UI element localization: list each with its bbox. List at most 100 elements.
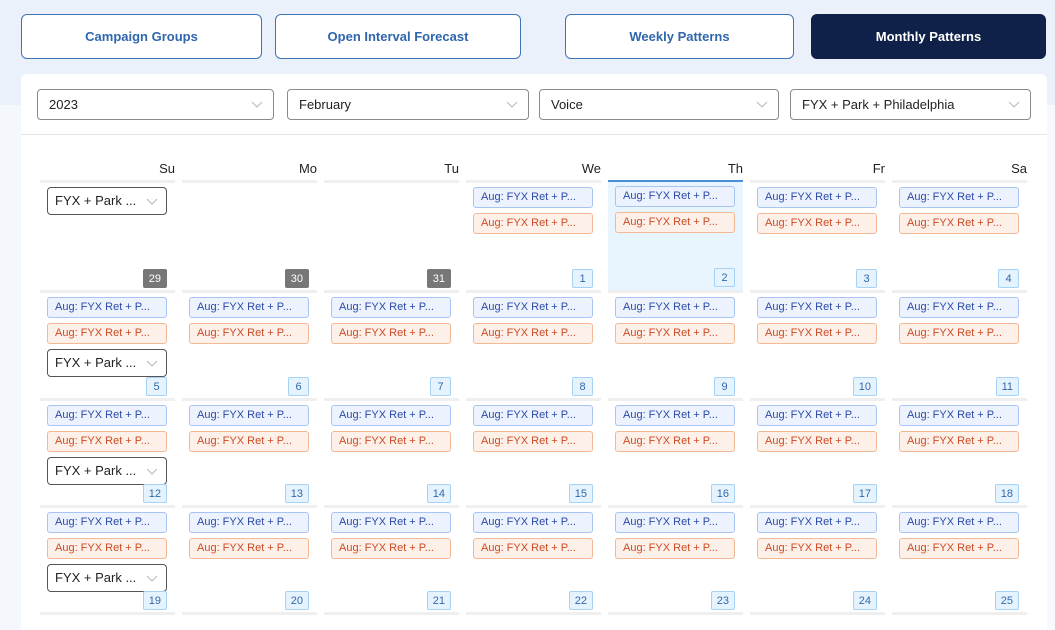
event-chip-orange[interactable]: Aug: FYX Ret + P... xyxy=(615,323,735,344)
event-chip-blue[interactable]: Aug: FYX Ret + P... xyxy=(899,187,1019,208)
event-chip-blue[interactable]: Aug: FYX Ret + P... xyxy=(757,297,877,318)
calendar-day[interactable]: FYX + Park ... 29 xyxy=(40,180,175,290)
event-chip-orange[interactable]: Aug: FYX Ret + P... xyxy=(473,323,593,344)
calendar-day[interactable]: Aug: FYX Ret + P... Aug: FYX Ret + P... 18 xyxy=(892,398,1027,505)
event-chip-blue[interactable]: Aug: FYX Ret + P... xyxy=(757,187,877,208)
calendar-day[interactable]: Aug: FYX Ret + P... Aug: FYX Ret + P... FY… xyxy=(40,290,175,398)
calendar-day[interactable]: 30 xyxy=(182,180,317,290)
event-chip-blue[interactable]: Aug: FYX Ret + P... xyxy=(899,512,1019,533)
calendar-day[interactable]: Aug: FYX Ret + P...Aug: FYX Ret + P...24 xyxy=(750,505,885,612)
calendar-day[interactable]: Aug: FYX Ret + P...Aug: FYX Ret + P...23 xyxy=(608,505,743,612)
event-chip-orange[interactable]: Aug: FYX Ret + P... xyxy=(757,213,877,234)
event-chip-orange[interactable]: Aug: FYX Ret + P... xyxy=(899,538,1019,559)
calendar-day-next-week[interactable] xyxy=(608,612,743,630)
month-select[interactable]: February xyxy=(287,89,529,120)
event-chip-orange[interactable]: Aug: FYX Ret + P... xyxy=(899,431,1019,452)
event-chip-orange[interactable]: Aug: FYX Ret + P... xyxy=(189,538,309,559)
day-number-other-month: 29 xyxy=(143,269,167,288)
tab-monthly-patterns[interactable]: Monthly Patterns xyxy=(811,14,1046,59)
calendar-day[interactable]: 31 xyxy=(324,180,459,290)
calendar-day-next-week[interactable] xyxy=(182,612,317,630)
calendar-day[interactable]: Aug: FYX Ret + P...Aug: FYX Ret + P...16 xyxy=(608,398,743,505)
day-number: 18 xyxy=(995,484,1019,503)
event-chip-orange[interactable]: Aug: FYX Ret + P... xyxy=(331,323,451,344)
tab-open-interval-forecast[interactable]: Open Interval Forecast xyxy=(275,14,521,59)
event-chip-orange[interactable]: Aug: FYX Ret + P... xyxy=(473,213,593,234)
event-chip-orange[interactable]: Aug: FYX Ret + P... xyxy=(757,323,877,344)
event-chip-blue[interactable]: Aug: FYX Ret + P... xyxy=(189,512,309,533)
calendar-day-today[interactable]: Aug: FYX Ret + P...Aug: FYX Ret + P...2 xyxy=(608,180,743,290)
event-chip-blue[interactable]: Aug: FYX Ret + P... xyxy=(331,405,451,426)
year-select[interactable]: 2023 xyxy=(37,89,274,120)
calendar-day[interactable]: Aug: FYX Ret + P...Aug: FYX Ret + P...21 xyxy=(324,505,459,612)
tab-campaign-groups[interactable]: Campaign Groups xyxy=(21,14,262,59)
event-chip-orange[interactable]: Aug: FYX Ret + P... xyxy=(473,431,593,452)
calendar-day[interactable]: Aug: FYX Ret + P...Aug: FYX Ret + P...6 xyxy=(182,290,317,398)
event-chip-blue[interactable]: Aug: FYX Ret + P... xyxy=(331,512,451,533)
event-chip-orange[interactable]: Aug: FYX Ret + P... xyxy=(615,212,735,233)
calendar-day[interactable]: Aug: FYX Ret + P...Aug: FYX Ret + P...14 xyxy=(324,398,459,505)
calendar-day-next-week[interactable] xyxy=(892,612,1027,630)
event-chip-orange[interactable]: Aug: FYX Ret + P... xyxy=(615,431,735,452)
event-chip-orange[interactable]: Aug: FYX Ret + P... xyxy=(47,323,167,344)
event-chip-blue[interactable]: Aug: FYX Ret + P... xyxy=(899,405,1019,426)
calendar-day[interactable]: Aug: FYX Ret + P...Aug: FYX Ret + P...25 xyxy=(892,505,1027,612)
event-chip-blue[interactable]: Aug: FYX Ret + P... xyxy=(47,512,167,533)
event-chip-orange[interactable]: Aug: FYX Ret + P... xyxy=(189,431,309,452)
event-chip-orange[interactable]: Aug: FYX Ret + P... xyxy=(47,538,167,559)
calendar-day[interactable]: Aug: FYX Ret + P...Aug: FYX Ret + P...1 xyxy=(466,180,601,290)
week-location-select[interactable]: FYX + Park ... xyxy=(47,187,167,215)
calendar-day-next-week[interactable] xyxy=(40,612,175,630)
event-chip-blue[interactable]: Aug: FYX Ret + P... xyxy=(615,512,735,533)
event-chip-blue[interactable]: Aug: FYX Ret + P... xyxy=(473,512,593,533)
week-location-select[interactable]: FYX + Park ... xyxy=(47,349,167,377)
event-chip-blue[interactable]: Aug: FYX Ret + P... xyxy=(899,297,1019,318)
event-chip-orange[interactable]: Aug: FYX Ret + P... xyxy=(757,431,877,452)
calendar-day[interactable]: Aug: FYX Ret + P... Aug: FYX Ret + P... FY… xyxy=(40,398,175,505)
event-chip-blue[interactable]: Aug: FYX Ret + P... xyxy=(757,405,877,426)
calendar-day-next-week[interactable] xyxy=(466,612,601,630)
calendar-day[interactable]: Aug: FYX Ret + P...Aug: FYX Ret + P...20 xyxy=(182,505,317,612)
calendar-day[interactable]: Aug: FYX Ret + P...Aug: FYX Ret + P...3 xyxy=(750,180,885,290)
event-chip-blue[interactable]: Aug: FYX Ret + P... xyxy=(757,512,877,533)
calendar-day[interactable]: Aug: FYX Ret + P... Aug: FYX Ret + P... FY… xyxy=(40,505,175,612)
location-select[interactable]: FYX + Park + Philadelphia xyxy=(790,89,1031,120)
event-chip-orange[interactable]: Aug: FYX Ret + P... xyxy=(899,323,1019,344)
event-chip-blue[interactable]: Aug: FYX Ret + P... xyxy=(615,297,735,318)
event-chip-blue[interactable]: Aug: FYX Ret + P... xyxy=(473,405,593,426)
event-chip-blue[interactable]: Aug: FYX Ret + P... xyxy=(615,186,735,207)
calendar-day[interactable]: Aug: FYX Ret + P...Aug: FYX Ret + P...13 xyxy=(182,398,317,505)
event-chip-blue[interactable]: Aug: FYX Ret + P... xyxy=(189,297,309,318)
calendar-day-next-week[interactable] xyxy=(324,612,459,630)
event-chip-blue[interactable]: Aug: FYX Ret + P... xyxy=(473,297,593,318)
event-chip-orange[interactable]: Aug: FYX Ret + P... xyxy=(331,538,451,559)
calendar-day[interactable]: Aug: FYX Ret + P...Aug: FYX Ret + P...7 xyxy=(324,290,459,398)
tab-weekly-patterns[interactable]: Weekly Patterns xyxy=(565,14,794,59)
event-chip-blue[interactable]: Aug: FYX Ret + P... xyxy=(331,297,451,318)
event-chip-orange[interactable]: Aug: FYX Ret + P... xyxy=(473,538,593,559)
calendar-day[interactable]: Aug: FYX Ret + P...Aug: FYX Ret + P...17 xyxy=(750,398,885,505)
calendar-day[interactable]: Aug: FYX Ret + P...Aug: FYX Ret + P...15 xyxy=(466,398,601,505)
event-chip-blue[interactable]: Aug: FYX Ret + P... xyxy=(47,297,167,318)
week-location-select[interactable]: FYX + Park ... xyxy=(47,457,167,485)
calendar-day[interactable]: Aug: FYX Ret + P...Aug: FYX Ret + P...8 xyxy=(466,290,601,398)
chevron-down-icon xyxy=(506,99,518,109)
event-chip-orange[interactable]: Aug: FYX Ret + P... xyxy=(47,431,167,452)
event-chip-orange[interactable]: Aug: FYX Ret + P... xyxy=(757,538,877,559)
channel-select[interactable]: Voice xyxy=(539,89,779,120)
calendar-day[interactable]: Aug: FYX Ret + P...Aug: FYX Ret + P...4 xyxy=(892,180,1027,290)
event-chip-orange[interactable]: Aug: FYX Ret + P... xyxy=(189,323,309,344)
event-chip-orange[interactable]: Aug: FYX Ret + P... xyxy=(899,213,1019,234)
calendar-day-next-week[interactable] xyxy=(750,612,885,630)
event-chip-blue[interactable]: Aug: FYX Ret + P... xyxy=(47,405,167,426)
calendar-day[interactable]: Aug: FYX Ret + P...Aug: FYX Ret + P...9 xyxy=(608,290,743,398)
calendar-day[interactable]: Aug: FYX Ret + P...Aug: FYX Ret + P...11 xyxy=(892,290,1027,398)
calendar-day[interactable]: Aug: FYX Ret + P...Aug: FYX Ret + P...22 xyxy=(466,505,601,612)
event-chip-blue[interactable]: Aug: FYX Ret + P... xyxy=(615,405,735,426)
week-location-select[interactable]: FYX + Park ... xyxy=(47,564,167,592)
event-chip-blue[interactable]: Aug: FYX Ret + P... xyxy=(189,405,309,426)
event-chip-blue[interactable]: Aug: FYX Ret + P... xyxy=(473,187,593,208)
event-chip-orange[interactable]: Aug: FYX Ret + P... xyxy=(331,431,451,452)
event-chip-orange[interactable]: Aug: FYX Ret + P... xyxy=(615,538,735,559)
calendar-day[interactable]: Aug: FYX Ret + P...Aug: FYX Ret + P...10 xyxy=(750,290,885,398)
